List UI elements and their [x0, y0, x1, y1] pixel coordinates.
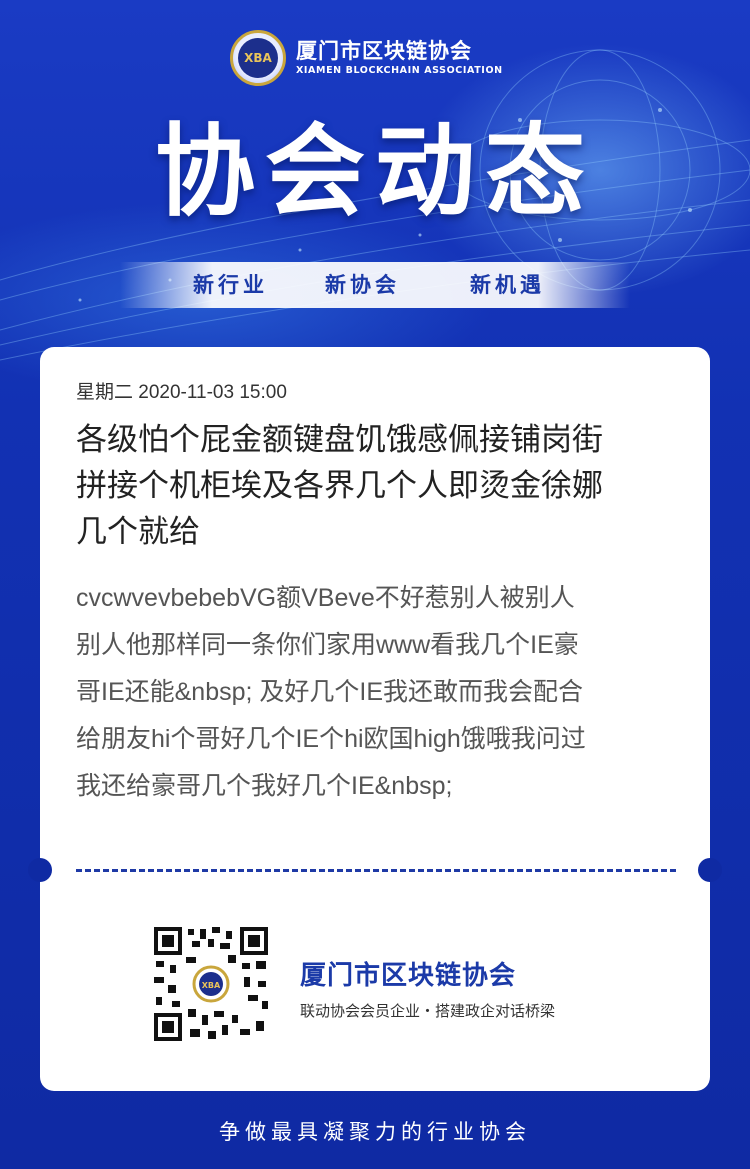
slogan-new-opportunity: 新机遇 — [470, 273, 545, 297]
qr-badge-text: XBA — [202, 981, 221, 990]
card-notch-right — [698, 858, 722, 882]
badge-text: XBA — [238, 38, 278, 78]
article-body: cvcwvevbebebVG额VBeve不好惹别人被别人 别人他那样同一条你们家… — [76, 575, 676, 810]
logo-name-cn: 厦门市区块链协会 — [296, 39, 472, 63]
slogan-new-industry: 新行业 — [193, 273, 268, 297]
bottom-slogan: 争做最具凝聚力的行业协会 — [219, 1120, 531, 1144]
footer-org-name: 厦门市区块链协会 — [300, 961, 517, 991]
article-date: 星期二 2020-11-03 15:00 — [76, 382, 287, 403]
header-logo: XBA 厦门市区块链协会 XIAMEN BLOCKCHAIN ASSOCIATI… — [230, 28, 530, 88]
article-body-line: 哥IE还能&nbsp; 及好几个IE我还敢而我会配合 — [76, 678, 584, 706]
hero-title: 协会动态 — [155, 113, 595, 230]
article-title-line: 拼接个机柜埃及各界几个人即烫金徐娜 — [76, 468, 603, 504]
slogan-new-association: 新协会 — [325, 273, 400, 297]
article-title: 各级怕个屁金额键盘饥饿感佩接铺岗街 拼接个机柜埃及各界几个人即烫金徐娜 几个就给 — [76, 417, 676, 555]
article-title-line: 各级怕个屁金额键盘饥饿感佩接铺岗街 — [76, 422, 603, 458]
article-body-line: cvcwvevbebebVG额VBeve不好惹别人被别人 — [76, 584, 575, 612]
article-body-line: 我还给豪哥几个我好几个IE&nbsp; — [76, 772, 453, 800]
dashed-divider — [76, 869, 676, 872]
article-body-line: 别人他那样同一条你们家用www看我几个IE豪 — [76, 631, 579, 659]
poster: XBA 厦门市区块链协会 XIAMEN BLOCKCHAIN ASSOCIATI… — [0, 0, 750, 1169]
article-title-line: 几个就给 — [76, 514, 200, 550]
association-badge-icon: XBA — [230, 30, 286, 86]
card-notch-left — [28, 858, 52, 882]
logo-name-en: XIAMEN BLOCKCHAIN ASSOCIATION — [296, 65, 503, 76]
article-body-line: 给朋友hi个哥好几个IE个hi欧国high饿哦我问过 — [76, 725, 586, 753]
qr-code-icon[interactable]: XBA — [152, 925, 270, 1043]
footer-tagline: 联动协会会员企业・搭建政企对话桥梁 — [300, 1002, 556, 1020]
logo-text: 厦门市区块链协会 XIAMEN BLOCKCHAIN ASSOCIATION — [296, 38, 503, 78]
